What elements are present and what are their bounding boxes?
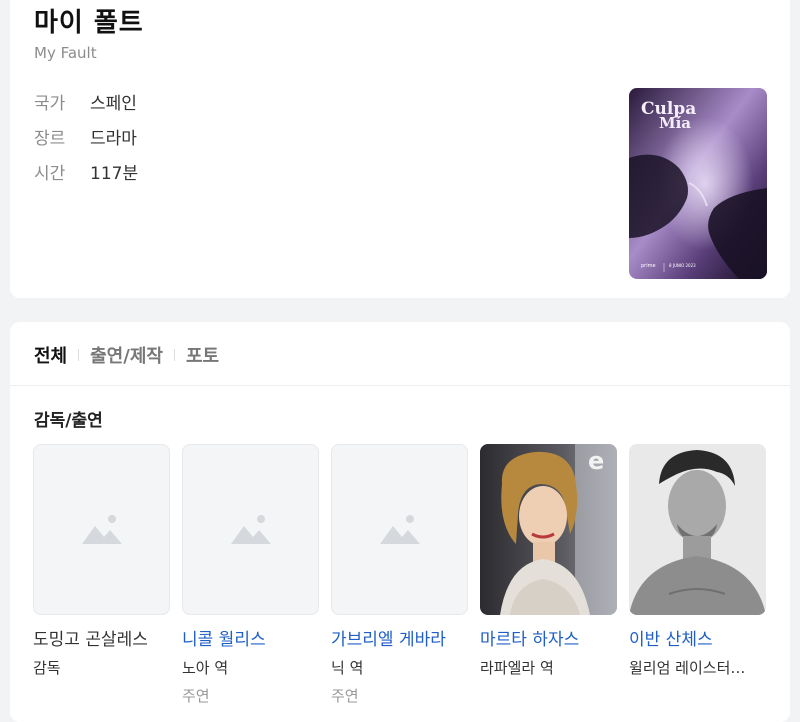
tab-bar: 전체 출연/제작 포토 bbox=[34, 342, 219, 368]
tab-all[interactable]: 전체 bbox=[34, 342, 67, 368]
poster-release: 8 JUNIO 2023 bbox=[669, 263, 696, 268]
tab-separator bbox=[78, 349, 80, 361]
tab-photos[interactable]: 포토 bbox=[186, 342, 219, 368]
image-placeholder-icon bbox=[230, 514, 271, 544]
person-role: 라파엘라 역 bbox=[480, 659, 554, 677]
person-role-type: 주연 bbox=[182, 687, 210, 705]
person-name-link[interactable]: 가브리엘 게바라 bbox=[331, 625, 468, 650]
person-role: 노아 역 bbox=[182, 659, 229, 677]
person-thumbnail[interactable] bbox=[182, 444, 319, 615]
tab-separator bbox=[173, 349, 175, 361]
person-card[interactable]: 이반 산체스 윌리엄 레이스터… bbox=[629, 444, 766, 678]
poster-brand: prime bbox=[641, 263, 656, 269]
person-photo[interactable] bbox=[629, 444, 766, 615]
person-role: 윌리엄 레이스터… bbox=[629, 659, 746, 677]
movie-original-title: My Fault bbox=[34, 44, 97, 62]
info-label: 장르 bbox=[34, 129, 66, 149]
movie-poster[interactable]: Culpa Mía prime 8 JUNIO 2023 bbox=[629, 88, 767, 279]
person-card[interactable]: 니콜 월리스 노아 역 주연 bbox=[182, 444, 319, 706]
info-label: 국가 bbox=[34, 94, 66, 114]
movie-info-card: 마이 폴트 My Fault 국가 스페인 장르 드라마 시간 117분 Cul… bbox=[10, 0, 790, 298]
info-value: 117분 bbox=[90, 164, 139, 184]
info-row-genre: 장르 드라마 bbox=[34, 124, 137, 149]
person-photo[interactable]: e bbox=[480, 444, 617, 615]
poster-title-2: Mía bbox=[659, 114, 691, 132]
person-name-link[interactable]: 니콜 월리스 bbox=[182, 625, 319, 650]
person-photo-image: e bbox=[480, 444, 617, 615]
info-label: 시간 bbox=[34, 164, 66, 184]
tab-divider bbox=[10, 385, 790, 386]
movie-title: 마이 폴트 bbox=[34, 8, 144, 38]
person-name-link[interactable]: 이반 산체스 bbox=[629, 625, 766, 650]
cast-card: 전체 출연/제작 포토 감독/출연 도밍고 곤살레스 감독 니콜 월리스 노아 … bbox=[10, 322, 790, 722]
info-value: 스페인 bbox=[90, 94, 137, 114]
person-thumbnail[interactable] bbox=[33, 444, 170, 615]
section-title: 감독/출연 bbox=[34, 411, 103, 431]
svg-text:e: e bbox=[588, 447, 604, 475]
info-row-country: 국가 스페인 bbox=[34, 89, 137, 114]
person-role: 감독 bbox=[33, 659, 61, 677]
person-card[interactable]: 가브리엘 게바라 닉 역 주연 bbox=[331, 444, 468, 706]
image-placeholder-icon bbox=[81, 514, 122, 544]
person-card[interactable]: 도밍고 곤살레스 감독 bbox=[33, 444, 170, 678]
poster-image: Culpa Mía prime 8 JUNIO 2023 bbox=[629, 88, 767, 279]
info-row-runtime: 시간 117분 bbox=[34, 159, 138, 184]
person-role: 닉 역 bbox=[331, 659, 364, 677]
image-placeholder-icon bbox=[379, 514, 420, 544]
person-thumbnail[interactable] bbox=[331, 444, 468, 615]
info-value: 드라마 bbox=[90, 129, 137, 149]
person-name: 도밍고 곤살레스 bbox=[33, 630, 148, 650]
person-photo-image bbox=[629, 444, 766, 615]
tab-cast-crew[interactable]: 출연/제작 bbox=[90, 342, 163, 368]
person-role-type: 주연 bbox=[331, 687, 359, 705]
person-card[interactable]: e 마르타 하자스 라파엘라 역 bbox=[480, 444, 617, 678]
person-name-link[interactable]: 마르타 하자스 bbox=[480, 625, 617, 650]
